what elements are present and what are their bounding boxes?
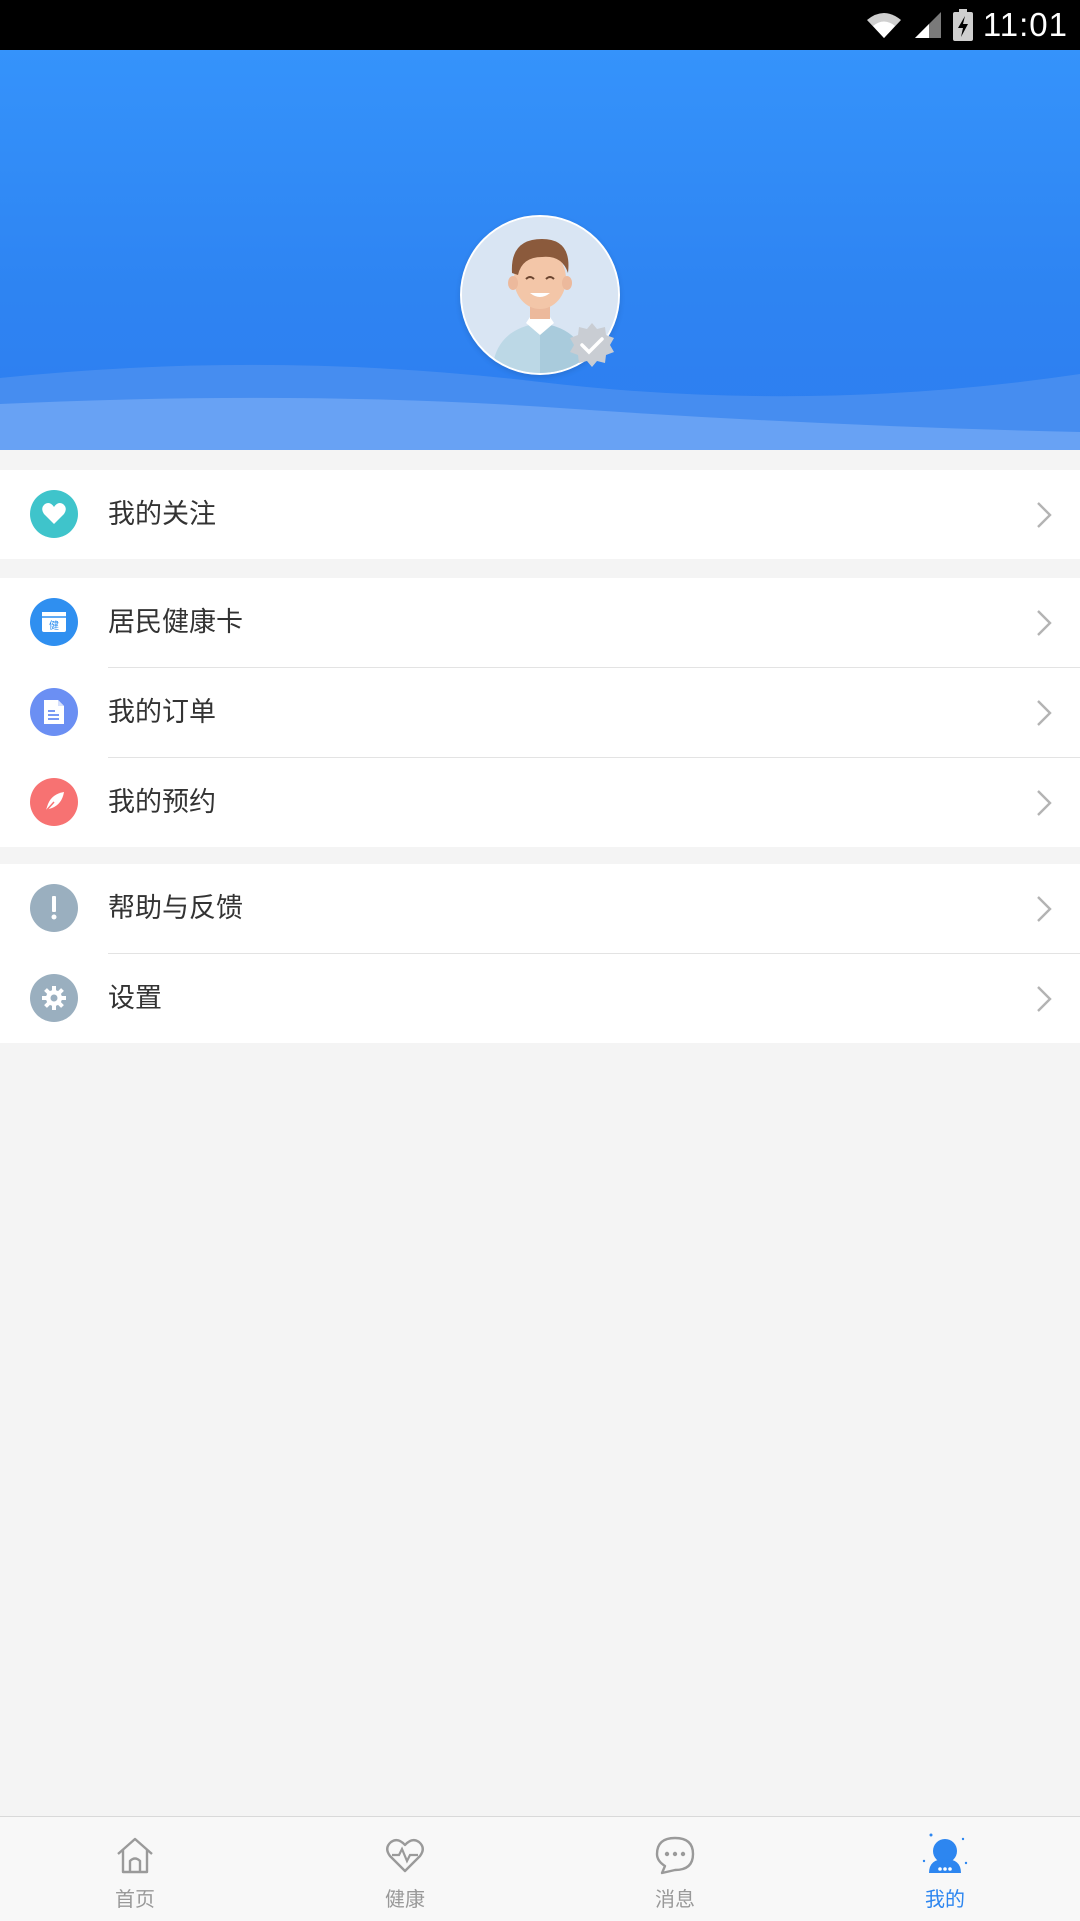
user-icon	[921, 1831, 969, 1879]
menu-item-label: 我的订单	[108, 697, 216, 728]
nav-tab-label: 健康	[385, 1887, 425, 1911]
bottom-nav: 首页 健康 消息 我的	[0, 1816, 1080, 1921]
menu-item-health-card[interactable]: 健 居民健康卡	[0, 578, 1080, 667]
nav-tab-label: 我的	[925, 1887, 965, 1911]
wifi-icon	[865, 10, 903, 40]
status-bar: 11:01	[0, 0, 1080, 50]
menu-item-my-orders[interactable]: 我的订单	[0, 668, 1080, 757]
menu-item-label: 帮助与反馈	[108, 893, 243, 924]
chevron-right-icon	[1037, 700, 1052, 726]
heart-icon	[30, 490, 78, 538]
chevron-right-icon	[1037, 610, 1052, 636]
menu-item-my-follow[interactable]: 我的关注	[0, 470, 1080, 559]
chevron-right-icon	[1037, 986, 1052, 1012]
battery-charging-icon	[952, 9, 973, 41]
gear-icon	[30, 974, 78, 1022]
chevron-right-icon	[1037, 502, 1052, 528]
quill-icon	[30, 778, 78, 826]
nav-tab-health[interactable]: 健康	[270, 1817, 540, 1921]
chevron-right-icon	[1037, 790, 1052, 816]
nav-tab-label: 首页	[115, 1887, 155, 1911]
chevron-right-icon	[1037, 896, 1052, 922]
menu-item-help-feedback[interactable]: 帮助与反馈	[0, 864, 1080, 953]
exclamation-icon	[30, 884, 78, 932]
home-icon	[111, 1831, 159, 1879]
menu-group-follow: 我的关注	[0, 470, 1080, 559]
profile-header	[0, 50, 1080, 450]
menu-item-my-appointments[interactable]: 我的预约	[0, 758, 1080, 847]
status-time: 11:01	[982, 6, 1068, 43]
menu-item-label: 我的预约	[108, 787, 216, 818]
menu-item-label: 设置	[108, 983, 162, 1014]
nav-tab-label: 消息	[655, 1887, 695, 1911]
nav-tab-home[interactable]: 首页	[0, 1817, 270, 1921]
nav-tab-mine[interactable]: 我的	[810, 1817, 1080, 1921]
heart-pulse-icon	[381, 1831, 429, 1879]
verified-badge-icon	[570, 323, 614, 367]
chat-bubble-icon	[651, 1831, 699, 1879]
menu-item-label: 居民健康卡	[108, 607, 243, 638]
health-card-icon: 健	[30, 598, 78, 646]
menu-item-label: 我的关注	[108, 499, 216, 530]
health-card-icon-char: 健	[49, 620, 59, 632]
menu-group-services: 健 居民健康卡 我的订单 我的预约	[0, 578, 1080, 847]
menu-group-support: 帮助与反馈 设置	[0, 864, 1080, 1043]
menu-item-settings[interactable]: 设置	[0, 954, 1080, 1043]
document-icon	[30, 688, 78, 736]
avatar[interactable]	[460, 215, 620, 375]
nav-tab-messages[interactable]: 消息	[540, 1817, 810, 1921]
signal-icon	[913, 10, 943, 40]
